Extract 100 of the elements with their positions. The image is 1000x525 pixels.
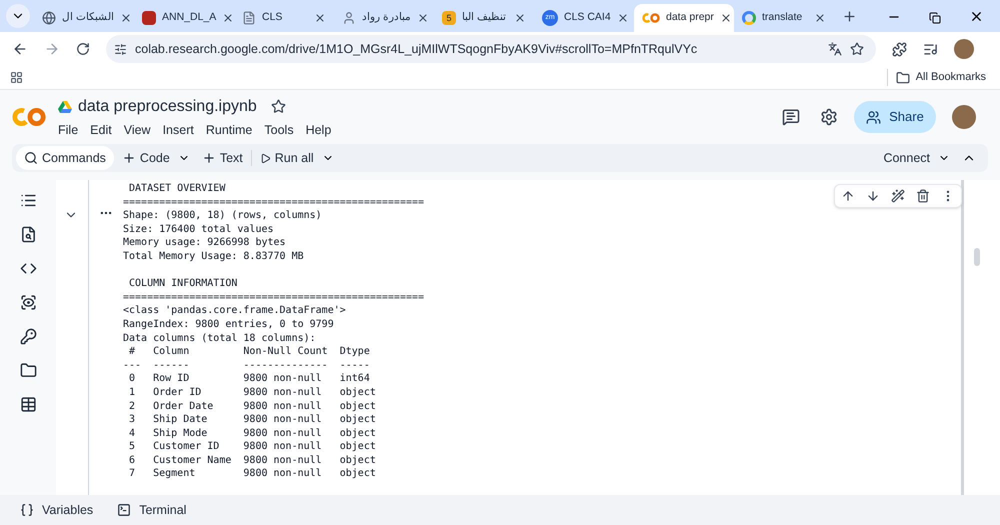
output-line: Total Memory Usage: 8.83770 MB (123, 250, 304, 264)
tab-favicon: 5 (442, 11, 456, 25)
play-icon (260, 152, 271, 164)
menu-item[interactable]: View (124, 120, 151, 140)
tab-title: تنظيف البا (462, 10, 507, 26)
delete-icon[interactable] (916, 189, 930, 203)
notebook-title[interactable]: data preprocessing.ipynb (78, 94, 257, 119)
commands-button[interactable]: Commands (16, 146, 114, 170)
restore-icon[interactable] (929, 12, 941, 24)
colab-logo-icon (642, 13, 660, 23)
drive-icon (58, 100, 72, 113)
url-text: colab.research.google.com/drive/1M1O_MGsr4L_ujMIlWTSqognFbyAK9Viv#scrollTo=MPfnTRqulVYc (135, 40, 698, 58)
connect-button[interactable]: Connect (875, 146, 938, 170)
output-line: DATASET OVERVIEW (128, 182, 226, 196)
output-line: 1 Order ID 9800 non-null object (128, 386, 376, 400)
star-icon[interactable] (270, 99, 286, 114)
tab-search-button[interactable] (6, 4, 30, 28)
browser-tab[interactable]: translate (734, 4, 834, 32)
output-line: --- ------ -------------- ----- (123, 358, 370, 372)
table-icon[interactable] (20, 396, 36, 413)
search-icon (24, 151, 38, 165)
close-icon[interactable] (222, 12, 234, 24)
close-icon[interactable] (120, 12, 132, 24)
tab-title: مبادرة رواد (362, 10, 411, 26)
output-line: 5 Customer ID 9800 non-null object (128, 440, 376, 454)
search-icon[interactable] (20, 226, 36, 243)
output-line: RangeIndex: 9800 entries, 0 to 9799 (123, 318, 334, 332)
browser-tab[interactable]: ANN_DL_A (134, 4, 234, 32)
comments-icon[interactable] (782, 108, 800, 126)
output-line: # Column Non-Null Count Dtype (128, 345, 370, 359)
translate-icon[interactable] (828, 42, 842, 56)
tab-title: الشبكات ال (62, 10, 114, 26)
folder-icon (896, 70, 910, 84)
browser-tab[interactable]: الشبكات ال (34, 4, 134, 32)
address-bar[interactable]: colab.research.google.com/drive/1M1O_MGsr4L_ujMIlWTSqognFbyAK9Viv#scrollTo=MPfnTRqulVYc (106, 35, 876, 63)
output-line: COLUMN INFORMATION (128, 277, 238, 291)
tab-title: CLS CAI4 (564, 10, 611, 26)
avatar[interactable] (952, 105, 976, 129)
output-line: 7 Segment 9800 non-null object (128, 467, 376, 482)
apps-icon[interactable] (10, 71, 23, 84)
share-button[interactable]: Share (854, 101, 936, 133)
close-icon[interactable] (616, 12, 629, 24)
scrollbar-thumb[interactable] (974, 248, 980, 266)
site-info-icon[interactable] (114, 42, 127, 56)
output-line: 2 Order Date 9800 non-null object (128, 400, 376, 414)
all-bookmarks-button[interactable]: All Bookmarks (886, 69, 990, 86)
variables-button[interactable]: Variables (20, 500, 94, 520)
wand-icon[interactable] (890, 189, 905, 203)
close-icon[interactable] (814, 12, 826, 24)
plus-icon (202, 151, 216, 165)
close-icon[interactable] (416, 12, 429, 24)
pdf-icon (142, 11, 156, 25)
menu-item[interactable]: File (58, 120, 78, 140)
menu-item[interactable]: Help (306, 120, 332, 140)
output-line: Data columns (total 18 columns): (123, 332, 316, 346)
close-icon[interactable] (720, 12, 732, 24)
menu-item[interactable]: Tools (264, 120, 294, 140)
run-all-button[interactable]: Run all (252, 146, 322, 170)
browser-tab[interactable]: data prepr (634, 4, 734, 32)
menu-item[interactable]: Runtime (206, 120, 252, 140)
document-icon (242, 11, 256, 25)
globe-icon (42, 11, 56, 25)
key-icon[interactable] (20, 328, 36, 345)
table-of-contents-icon[interactable] (20, 192, 36, 209)
close-icon[interactable] (314, 12, 326, 24)
tab-title: translate (762, 10, 804, 26)
browser-tab[interactable]: مبادرة رواد (334, 4, 434, 32)
eye-icon[interactable] (20, 294, 36, 311)
new-tab-icon[interactable] (842, 9, 857, 24)
tab-title: CLS (262, 10, 284, 26)
forward-icon[interactable] (44, 41, 60, 57)
browser-tab[interactable]: CLS (234, 4, 334, 32)
add-text-button[interactable]: Text (194, 146, 251, 170)
settings-icon[interactable] (820, 108, 838, 126)
tab-title: data prepr (666, 10, 714, 26)
google-icon (742, 11, 756, 25)
terminal-button[interactable]: Terminal (117, 500, 186, 520)
output-line: 6 Customer Name 9800 non-null object (128, 454, 376, 468)
close-icon[interactable] (969, 9, 984, 24)
move-down-icon[interactable] (866, 189, 880, 203)
menu-item[interactable]: Edit (90, 120, 112, 140)
add-code-button[interactable]: Code (114, 146, 178, 170)
files-icon[interactable] (20, 362, 36, 379)
extensions-icon[interactable] (892, 42, 907, 56)
reload-icon[interactable] (76, 42, 90, 56)
avatar[interactable] (954, 39, 974, 59)
close-icon[interactable] (514, 12, 526, 24)
output-line: Memory usage: 9266998 bytes (123, 236, 286, 250)
output-line: ================================================== (123, 196, 424, 210)
output-line: 3 Ship Date 9800 non-null object (128, 413, 376, 427)
output-line: ================================================== (123, 290, 424, 304)
move-up-icon[interactable] (840, 189, 855, 203)
star-icon[interactable] (850, 42, 864, 56)
menu-item[interactable]: Insert (162, 120, 194, 140)
media-icon[interactable] (923, 42, 938, 56)
back-icon[interactable] (12, 41, 28, 57)
terminal-icon (117, 503, 132, 517)
braces-icon (20, 503, 34, 517)
output-line: Size: 176400 total values (123, 222, 274, 236)
plus-icon (122, 151, 136, 165)
